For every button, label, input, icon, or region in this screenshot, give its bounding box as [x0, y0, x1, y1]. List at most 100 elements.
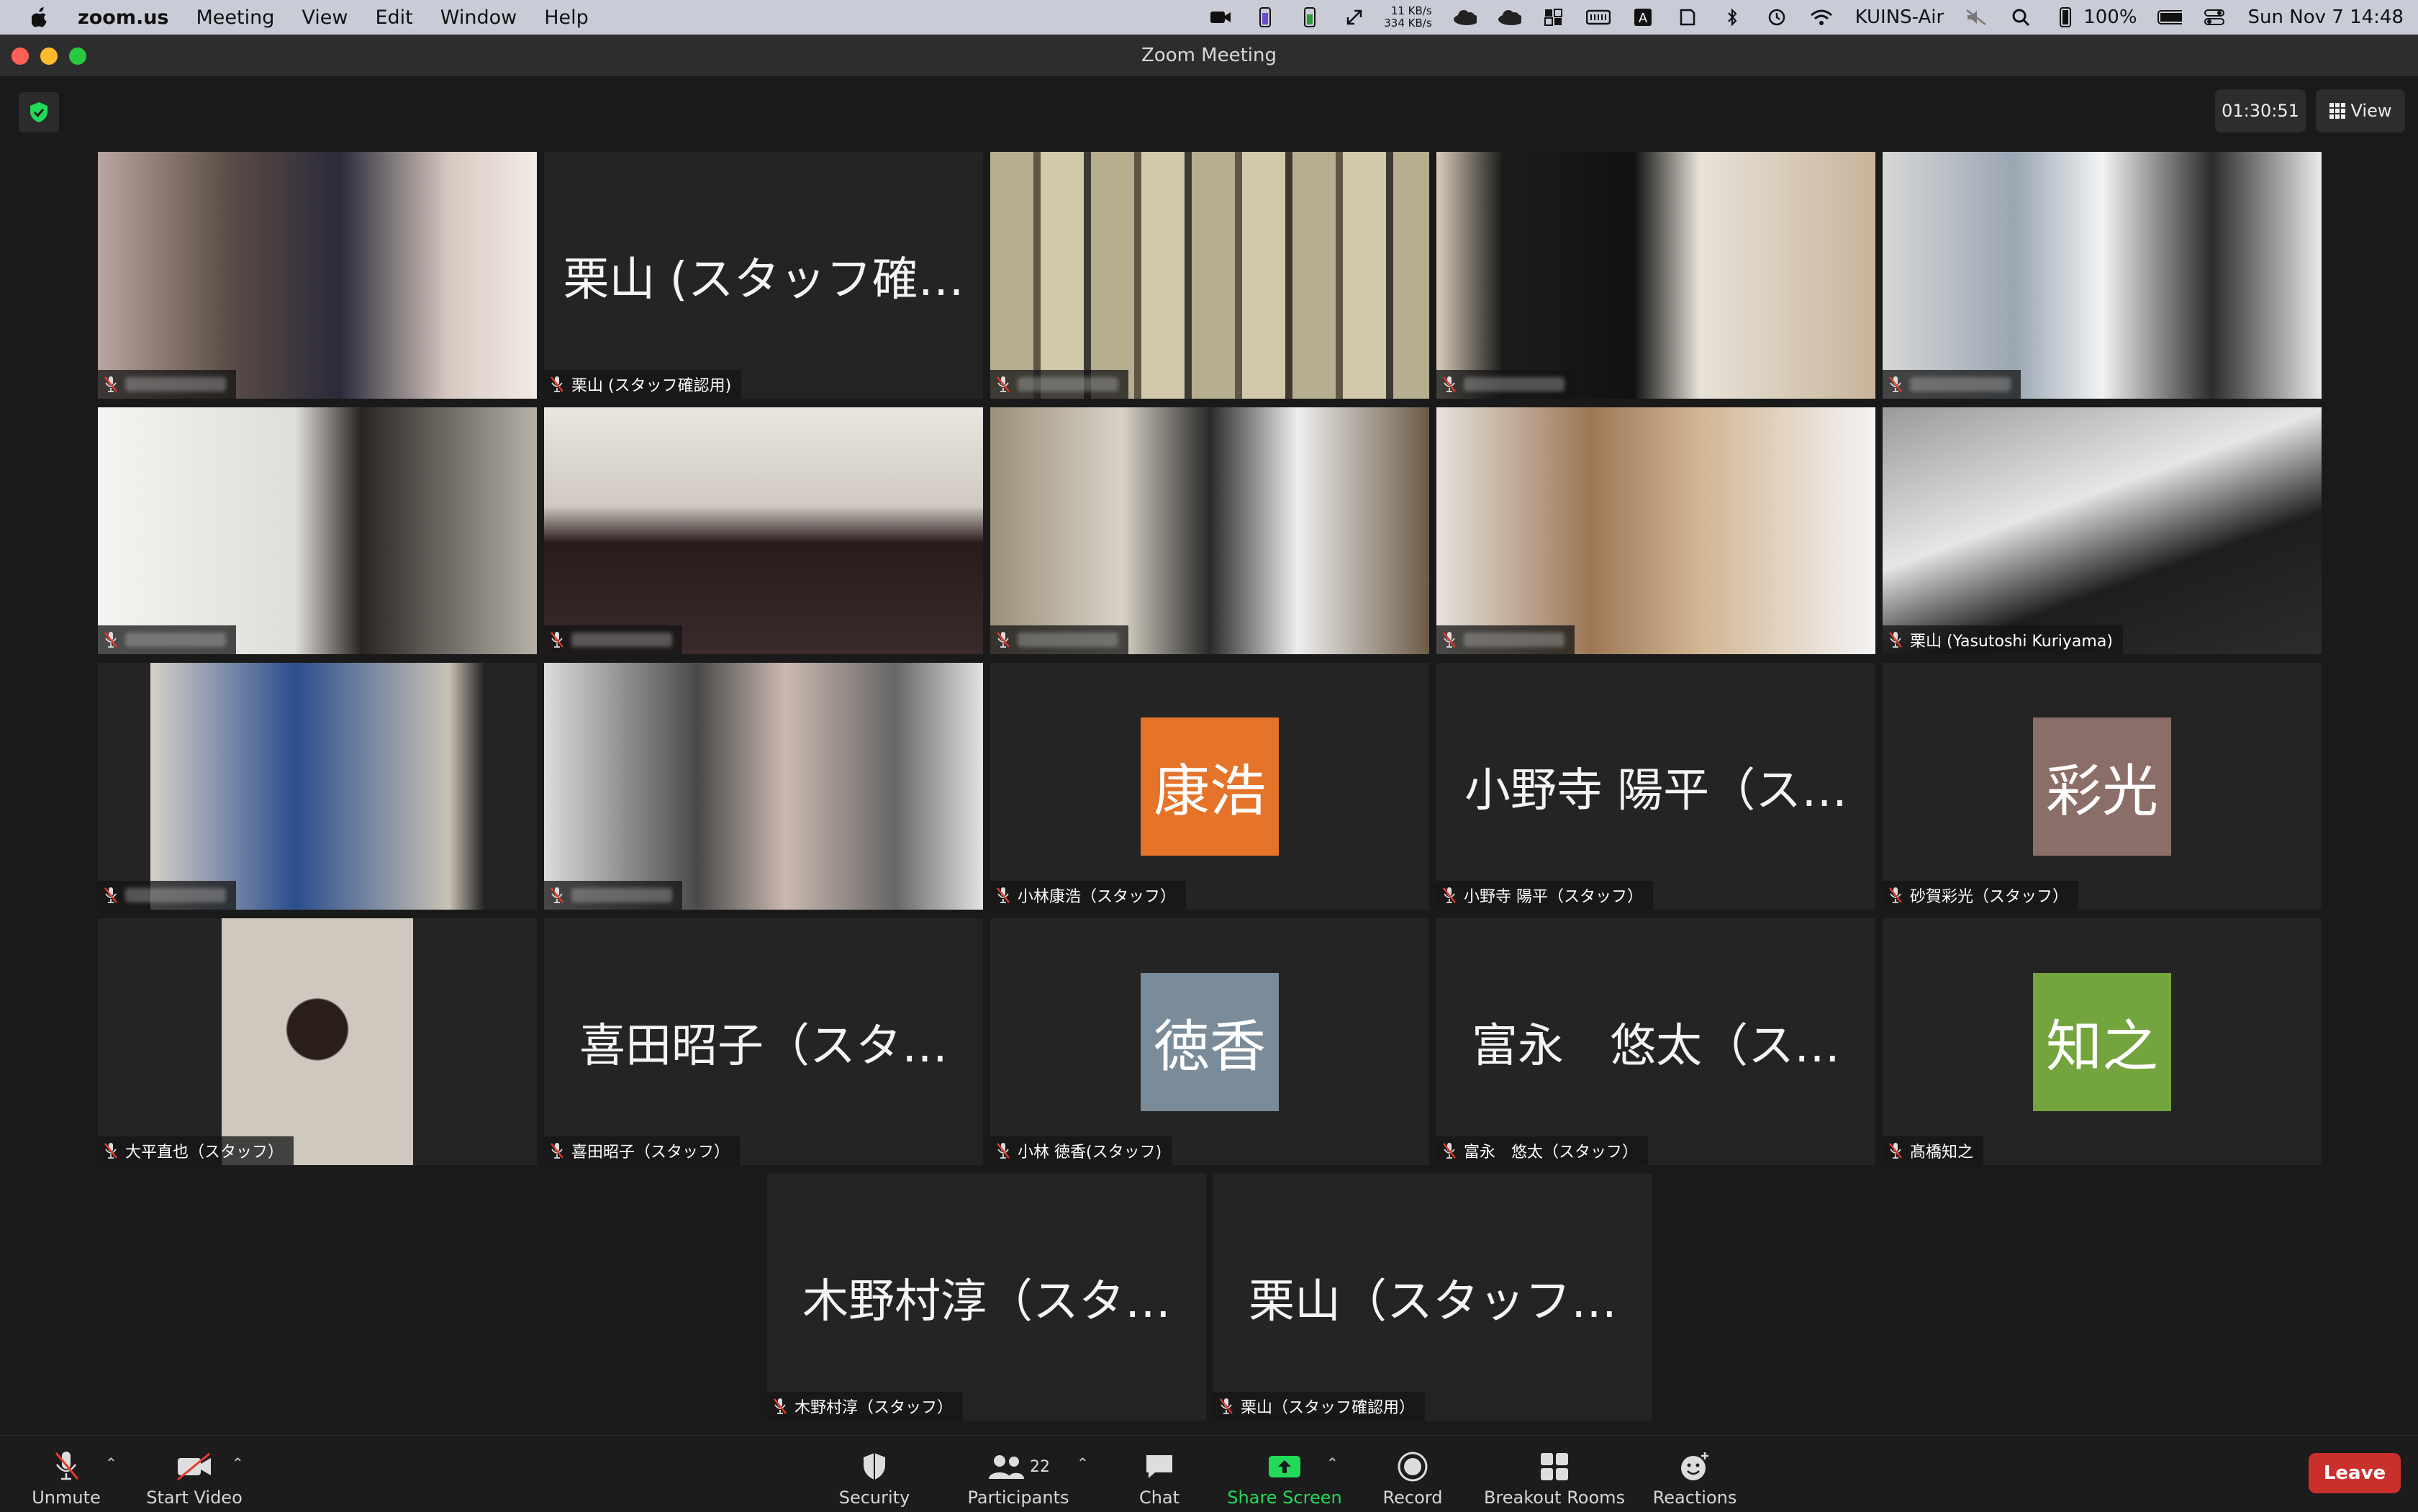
participant-tile[interactable]	[544, 663, 983, 910]
audio-options-caret[interactable]: ⌃	[105, 1454, 117, 1472]
clock[interactable]: Sun Nov 7 14:48	[2248, 6, 2404, 28]
participant-tile[interactable]: 康浩 小林康浩（スタッフ）	[990, 663, 1429, 910]
share-options-caret[interactable]: ⌃	[1326, 1454, 1339, 1472]
participant-tile[interactable]	[990, 152, 1429, 399]
control-center-icon[interactable]	[2202, 8, 2227, 27]
expand-arrows-icon[interactable]	[1342, 8, 1367, 27]
participant-tile[interactable]: 徳香 小林 徳香(スタッフ)	[990, 918, 1429, 1165]
time-machine-icon[interactable]	[1765, 8, 1789, 27]
participant-name-label: 小野寺 陽平（スタッフ）	[1436, 881, 1653, 910]
participant-tile[interactable]: 大平直也（スタッフ）	[98, 918, 537, 1165]
cloud-icon[interactable]	[1452, 8, 1477, 27]
muted-mic-icon	[996, 631, 1018, 648]
participant-tile[interactable]: 小野寺 陽平（ス… 小野寺 陽平（スタッフ）	[1436, 663, 1875, 910]
participant-display-name: 喜田昭子（スタ…	[579, 1019, 948, 1073]
participants-button[interactable]: 22 Participants	[968, 1443, 1069, 1508]
wifi-icon[interactable]	[1809, 8, 1834, 27]
chat-button[interactable]: Chat	[1131, 1443, 1188, 1508]
participant-tile[interactable]	[1883, 152, 2322, 399]
search-icon[interactable]	[2009, 8, 2033, 27]
hostname[interactable]: KUINS-Air	[1855, 6, 1944, 28]
participant-video	[544, 663, 983, 910]
muted-mic-icon	[104, 1142, 125, 1159]
security-button[interactable]: Security	[835, 1443, 914, 1508]
blurred-name	[1018, 377, 1118, 391]
participant-tile[interactable]: 富永 悠太（ス… 富永 悠太（スタッフ）	[1436, 918, 1875, 1165]
participant-name: 栗山 (Yasutoshi Kuriyama)	[1910, 633, 2113, 651]
view-button[interactable]: View	[2316, 89, 2405, 132]
participant-name-label	[1436, 370, 1575, 399]
participant-tile[interactable]: 栗山 (スタッフ確… 栗山 (スタッフ確認用)	[544, 152, 983, 399]
battery-app-icon-2[interactable]	[1298, 7, 1322, 27]
reactions-button[interactable]: Reactions	[1653, 1443, 1736, 1508]
video-status-icon[interactable]	[1208, 8, 1233, 27]
muted-mic-icon	[550, 631, 571, 648]
participant-video	[1436, 152, 1875, 399]
muted-mic-icon	[104, 376, 125, 393]
participant-tile[interactable]: 栗山（スタッフ… 栗山（スタッフ確認用）	[1213, 1174, 1652, 1421]
muted-mic-icon	[55, 1452, 79, 1480]
menu-meeting[interactable]: Meeting	[196, 6, 275, 29]
battery-percent[interactable]: 100%	[2083, 6, 2137, 28]
keyboard-icon[interactable]	[1585, 8, 1611, 27]
participant-tile[interactable]: 知之 髙橋知之	[1883, 918, 2322, 1165]
participant-name-label	[98, 625, 236, 654]
window-layout-icon[interactable]	[1541, 8, 1566, 27]
participant-tile[interactable]	[98, 663, 537, 910]
bluetooth-icon[interactable]	[1720, 8, 1744, 27]
menu-edit[interactable]: Edit	[375, 6, 412, 29]
apple-icon[interactable]	[32, 7, 49, 27]
participant-tile[interactable]	[98, 152, 537, 399]
share-screen-button[interactable]: Share Screen	[1227, 1443, 1342, 1508]
cloud-icon-2[interactable]	[1497, 8, 1521, 27]
participant-tile[interactable]	[990, 407, 1429, 654]
muted-mic-icon	[104, 631, 125, 648]
participants-options-caret[interactable]: ⌃	[1077, 1454, 1089, 1472]
record-button[interactable]: Record	[1380, 1443, 1445, 1508]
meeting-toolbar: Unmute ⌃ Start Video ⌃ Security 22 Parti…	[0, 1435, 2418, 1512]
breakout-rooms-button[interactable]: Breakout Rooms	[1482, 1443, 1626, 1508]
muted-mic-icon	[1442, 631, 1464, 648]
participant-tile[interactable]: 喜田昭子（スタ… 喜田昭子（スタッフ）	[544, 918, 983, 1165]
participant-tile[interactable]	[98, 407, 537, 654]
participant-name-label	[544, 881, 682, 910]
participant-tile[interactable]	[1436, 407, 1875, 654]
participant-tile[interactable]: 木野村淳（スタ… 木野村淳（スタッフ）	[767, 1174, 1206, 1421]
start-video-button[interactable]: Start Video	[144, 1443, 245, 1508]
participant-tile[interactable]	[1436, 152, 1875, 399]
participant-name: 栗山 (スタッフ確認用)	[571, 377, 732, 395]
clipboard-icon[interactable]	[1675, 8, 1700, 27]
mute-status-icon[interactable]	[1964, 8, 1988, 27]
leave-button[interactable]: Leave	[2309, 1453, 2401, 1493]
participant-name-label	[990, 370, 1128, 399]
chat-icon	[1146, 1455, 1172, 1478]
encryption-shield-icon[interactable]	[19, 92, 59, 132]
muted-mic-icon	[104, 887, 125, 904]
muted-mic-icon	[996, 376, 1018, 393]
participant-name-label	[1436, 625, 1575, 654]
menu-window[interactable]: Window	[440, 6, 517, 29]
participant-tile[interactable]: 彩光 砂賀彩光（スタッフ）	[1883, 663, 2322, 910]
input-source-icon[interactable]: A	[1631, 8, 1655, 27]
participant-video	[990, 152, 1429, 399]
menubar: zoom.us Meeting View Edit Window Help 11…	[0, 0, 2418, 35]
battery-icon[interactable]	[2157, 8, 2182, 27]
breakout-rooms-icon	[1541, 1453, 1568, 1480]
participant-tile[interactable]: 栗山 (Yasutoshi Kuriyama)	[1883, 407, 2322, 654]
window-title: Zoom Meeting	[1141, 45, 1277, 66]
window-titlebar[interactable]: Zoom Meeting	[0, 35, 2418, 77]
participant-video	[990, 407, 1429, 654]
blurred-name	[1464, 377, 1565, 391]
unmute-button[interactable]: Unmute	[30, 1443, 102, 1508]
menu-help[interactable]: Help	[544, 6, 589, 29]
network-speed: 11 KB/s 334 KB/s	[1384, 4, 1432, 30]
battery-vertical-icon[interactable]	[2053, 7, 2078, 27]
participant-avatar: 知之	[2033, 972, 2171, 1111]
participant-name: 小林 徳香(スタッフ)	[1018, 1144, 1162, 1162]
muted-mic-icon	[1219, 1398, 1241, 1415]
participant-tile[interactable]	[544, 407, 983, 654]
video-options-caret[interactable]: ⌃	[232, 1454, 244, 1472]
battery-app-icon[interactable]	[1253, 7, 1277, 27]
menu-view[interactable]: View	[302, 6, 348, 29]
menu-app[interactable]: zoom.us	[78, 6, 169, 29]
